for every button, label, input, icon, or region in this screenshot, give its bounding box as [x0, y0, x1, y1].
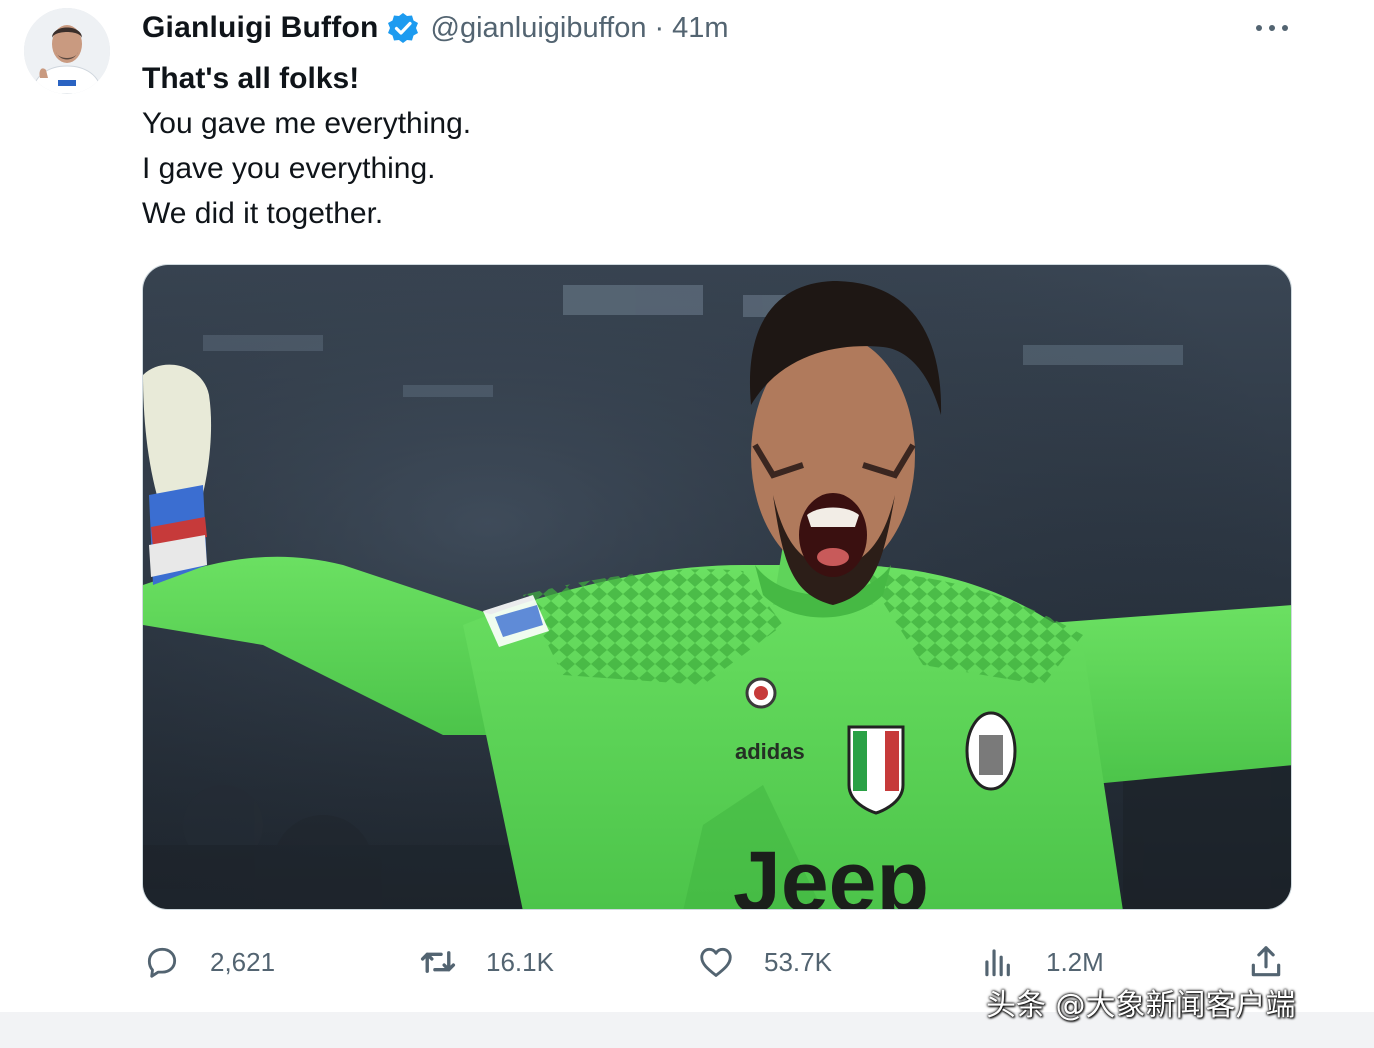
share-icon	[1246, 942, 1286, 982]
views-icon	[978, 942, 1018, 982]
share-button[interactable]	[1246, 940, 1286, 984]
author-avatar[interactable]	[24, 8, 110, 94]
source-watermark: 头条 @大象新闻客户端	[986, 988, 1296, 1023]
tweet-card: Gianluigi Buffon @gianluigibuffon · 41m …	[0, 0, 1374, 1048]
tweet-text-line: We did it together.	[142, 197, 384, 230]
retweet-button[interactable]: 16.1K	[418, 940, 554, 984]
kit-sponsor-text: Jeep	[733, 834, 929, 910]
reply-count: 2,621	[210, 946, 276, 977]
separator-dot: ·	[654, 11, 665, 44]
retweet-icon	[418, 942, 458, 982]
tweet-text-line: That's all folks!	[142, 62, 360, 95]
views-button[interactable]: 1.2M	[978, 940, 1104, 984]
kit-brand-text: adidas	[735, 739, 805, 764]
tweet-text-line: You gave me everything.	[142, 107, 472, 140]
tweet-header: Gianluigi Buffon @gianluigibuffon · 41m	[142, 8, 729, 48]
tweet-text-line: I gave you everything.	[142, 152, 436, 185]
reply-icon	[142, 942, 182, 982]
tweet-photo[interactable]: adidas Jeep	[142, 264, 1292, 910]
tweet-text: That's all folks! You gave me everything…	[142, 56, 471, 236]
author-name[interactable]: Gianluigi Buffon	[142, 11, 379, 45]
avatar-image	[24, 8, 110, 94]
views-count: 1.2M	[1046, 946, 1104, 977]
like-count: 53.7K	[764, 946, 832, 977]
tweet-actions: 2,621 16.1K 53.7K 1.2M	[142, 940, 1292, 984]
verified-badge-icon	[387, 12, 419, 44]
heart-icon	[696, 942, 736, 982]
goalkeeper-photo: adidas Jeep	[143, 265, 1291, 910]
reply-button[interactable]: 2,621	[142, 940, 275, 984]
more-options-icon[interactable]	[1252, 14, 1292, 42]
like-button[interactable]: 53.7K	[696, 940, 832, 984]
tweet-timestamp[interactable]: 41m	[672, 12, 728, 45]
author-handle[interactable]: @gianluigibuffon	[431, 12, 647, 45]
retweet-count: 16.1K	[486, 946, 554, 977]
